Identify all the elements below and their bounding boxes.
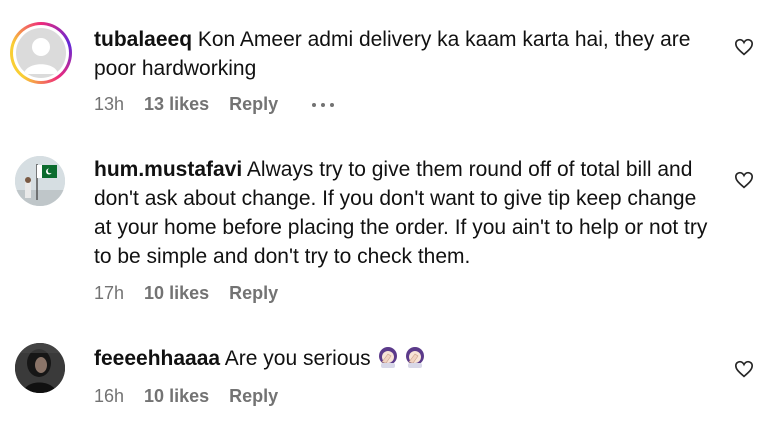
reply-button[interactable]: Reply (229, 283, 278, 304)
avatar-story-ring[interactable] (10, 22, 72, 84)
dark-photo-avatar[interactable] (15, 343, 65, 393)
facepalm-woman-emoji (378, 347, 397, 368)
flag-photo-avatar[interactable] (15, 156, 65, 206)
heart-icon[interactable] (734, 38, 754, 56)
comment-meta: 17h 10 likes Reply (94, 283, 312, 304)
username[interactable]: tubalaeeq (94, 28, 192, 51)
facepalm-woman-emoji (406, 347, 425, 368)
comment-meta: 16h 10 likes Reply (94, 386, 312, 407)
comment-body: Are you serious (224, 347, 371, 370)
default-avatar-icon (16, 28, 66, 78)
timestamp: 16h (94, 386, 125, 406)
timestamp: 13h (94, 94, 125, 114)
likes-count[interactable]: 10 likes (144, 386, 209, 407)
reply-button[interactable]: Reply (229, 386, 278, 407)
comment-text: hum.mustafavi Always try to give them ro… (94, 155, 719, 271)
comment-meta: 13h 13 likes Reply (94, 94, 335, 115)
more-options-icon[interactable] (312, 102, 335, 107)
heart-icon[interactable] (734, 171, 754, 189)
username[interactable]: hum.mustafavi (94, 158, 242, 181)
likes-count[interactable]: 10 likes (144, 283, 209, 304)
likes-count[interactable]: 13 likes (144, 94, 209, 115)
heart-icon[interactable] (734, 360, 754, 378)
timestamp: 17h (94, 283, 125, 303)
username[interactable]: feeeehhaaaa (94, 347, 220, 370)
comment-text: tubalaeeq Kon Ameer admi delivery ka kaa… (94, 25, 719, 83)
comment-text: feeeehhaaaa Are you serious (94, 344, 719, 373)
reply-button[interactable]: Reply (229, 94, 278, 115)
